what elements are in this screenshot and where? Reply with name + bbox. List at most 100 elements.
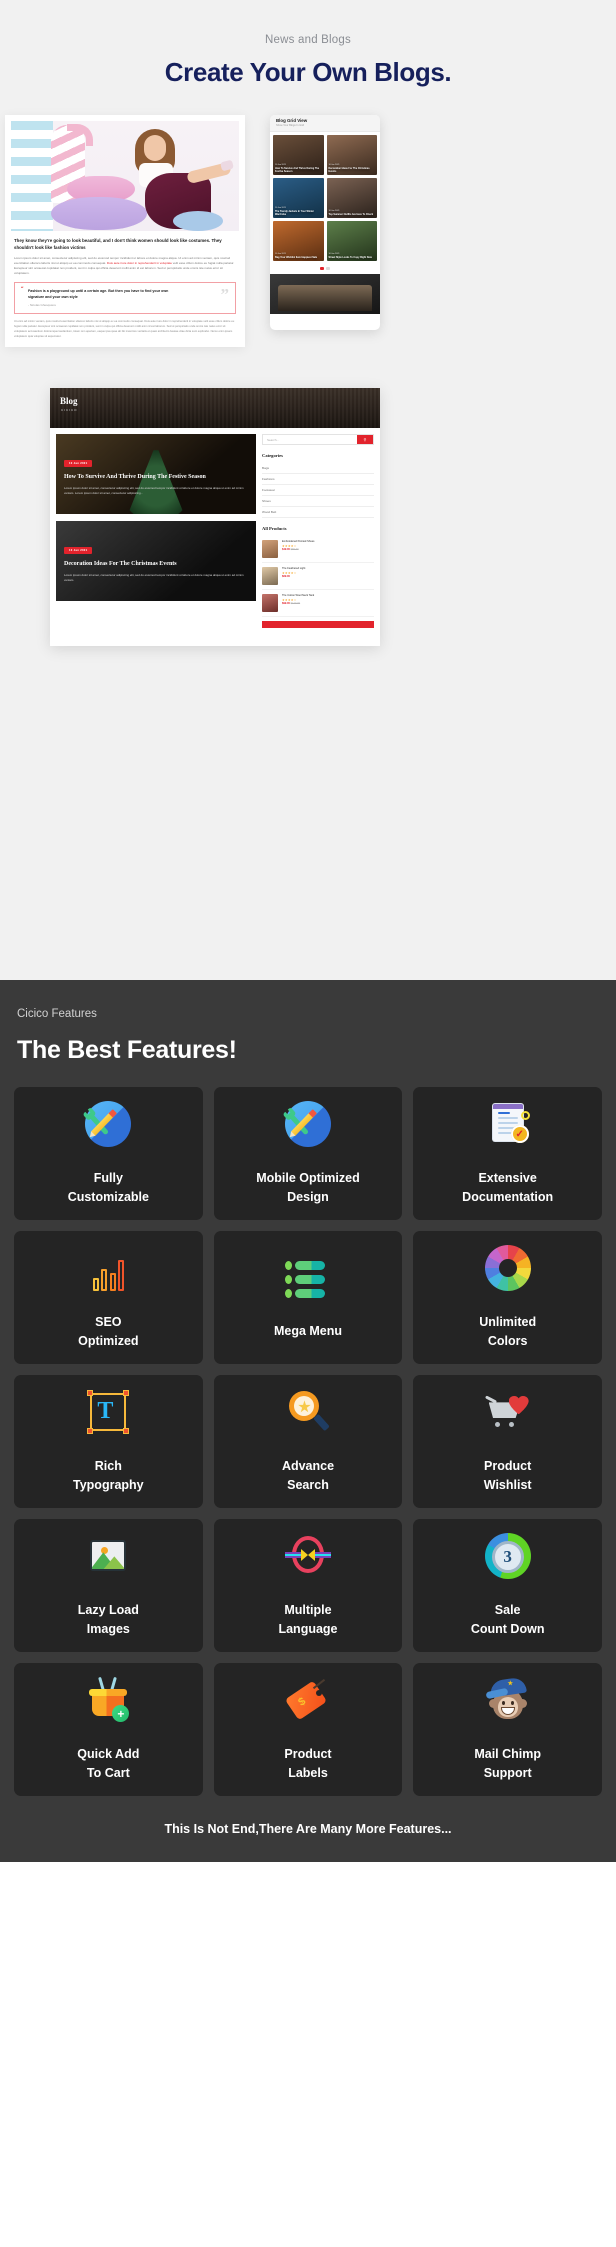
post-title[interactable]: Decoration Ideas For The Christmas Event… (64, 561, 246, 567)
article-preview-card[interactable]: They know they're going to look beautifu… (5, 115, 245, 347)
article-tail-paragraph: Ut enim ad minim veniam, quis nostrud ex… (14, 319, 235, 338)
category-item[interactable]: Footwear (262, 485, 374, 496)
post-excerpt: Lorem ipsum dolor sit amet, consectetur … (64, 573, 244, 582)
phone-cell-caption: 10 Jan 2021 Street Style Looks To Copy R… (329, 252, 376, 259)
phone-grid-cell[interactable]: 10 Jan 2021 Decoration Ideas For The Chr… (326, 135, 377, 175)
sidebar-product-item[interactable]: Embroidered Pointed Shoes ★★★★☆ $49.00 $… (262, 536, 374, 563)
product-price: $49.00 $59.00 (282, 548, 314, 551)
countdown-number: 3 (491, 1541, 524, 1574)
feature-card-unlimited-colors[interactable]: Unlimited Colors (413, 1231, 602, 1364)
phone-cell-title: Street Style Looks To Copy Right Now (328, 255, 372, 259)
plus-glyph: + (112, 1705, 130, 1723)
price-old: $59.00 (290, 547, 299, 551)
phone-cell-caption: 10 Jan 2021 The Trendy Jackets In Your W… (275, 206, 322, 216)
feature-card-fully-customizable[interactable]: Fully Customizable (14, 1087, 203, 1220)
model-cushion (173, 211, 223, 231)
phone-cell-date: 10 Jan 2021 (275, 253, 287, 256)
features-section: Cicico Features The Best Features! Fully… (0, 980, 616, 1862)
phone-grid-cell[interactable]: 10 Jan 2021 How To Survive And Thrive Du… (273, 135, 324, 175)
sidebar-promo-bar (262, 621, 374, 628)
quote-text: Fashion is a playground up until a certa… (28, 288, 169, 299)
fashion-model-figure (115, 127, 234, 231)
feature-label-line1: Multiple (284, 1603, 332, 1618)
phone-grid-cell[interactable]: 10 Jan 2021 Top Summer Outfits Are Here … (326, 178, 377, 218)
feature-label-line2: Language (278, 1621, 338, 1636)
feature-label: Fully Customizable (68, 1169, 149, 1205)
price-old: $129.00 (290, 601, 301, 605)
language-exchange-icon (284, 1533, 331, 1579)
phone-cell-date: 10 Jan 2021 (328, 163, 340, 166)
feature-label: SEO Optimized (78, 1313, 138, 1349)
phone-cell-title: Top Summer Outfits Are Here To Check (328, 212, 374, 216)
basket-plus-icon: + (85, 1677, 131, 1723)
feature-card-sale-count-down[interactable]: 3 Sale Count Down (413, 1519, 602, 1652)
feature-label-line1: Extensive (478, 1171, 537, 1186)
blog-brand: Blog (60, 396, 78, 406)
category-item[interactable]: Fashions (262, 474, 374, 485)
phone-blog-grid: 10 Jan 2021 How To Survive And Thrive Du… (270, 132, 380, 264)
feature-label-line2: Documentation (462, 1189, 554, 1204)
category-item[interactable]: Bags (262, 463, 374, 474)
feature-card-mail-chimp-support[interactable]: ★ Mail Chimp Support (413, 1663, 602, 1796)
phone-mockup[interactable]: Blog Grid View Show Your Blogs In Grid 1… (270, 115, 380, 330)
product-thumbnail (262, 567, 278, 585)
products-heading: All Products (262, 526, 287, 531)
price-current: $49.00 (282, 547, 290, 551)
pagination-dot-2[interactable] (326, 267, 330, 270)
category-item[interactable]: Wood Belt (262, 507, 374, 518)
feature-card-extensive-documentation[interactable]: ✓ Extensive Documentation (413, 1087, 602, 1220)
feature-card-product-labels[interactable]: $ Product Labels (213, 1663, 403, 1796)
search-icon[interactable]: ⚲ (357, 435, 373, 444)
sidebar-search[interactable]: Search... ⚲ (262, 434, 374, 445)
blog-post-card[interactable]: 10 Jan 2021 Decoration Ideas For The Chr… (56, 521, 256, 601)
feature-label-line2: Typography (73, 1477, 144, 1492)
category-item[interactable]: Shoes (262, 496, 374, 507)
phone-cell-caption: 10 Jan 2021 Top Summer Outfits Are Here … (329, 209, 376, 216)
phone-grid-cell[interactable]: 10 Jan 2021 Street Style Looks To Copy R… (326, 221, 377, 261)
feature-card-rich-typography[interactable]: T Rich Typography (14, 1375, 203, 1508)
feature-label-line2: Support (483, 1765, 532, 1780)
sidebar-product-item[interactable]: The Cotton Wool Neck Tank ★★★★☆ $99.00 $… (262, 590, 374, 617)
quote-open-icon: “ (21, 286, 24, 292)
menu-list-icon (284, 1254, 331, 1300)
feature-label-line2: Design (287, 1189, 329, 1204)
pagination-dot-1[interactable] (320, 267, 324, 270)
feature-card-advance-search[interactable]: Advance Search (213, 1375, 403, 1508)
typography-icon: T (85, 1389, 131, 1435)
feature-card-mega-menu[interactable]: Mega Menu (213, 1231, 403, 1364)
product-thumbnail (262, 594, 278, 612)
countdown-timer-icon: 3 (484, 1533, 531, 1580)
feature-label: Mobile Optimized Design (256, 1169, 359, 1205)
blog-mockups-row: They know they're going to look beautifu… (0, 115, 616, 355)
search-input[interactable]: Search... (263, 435, 357, 444)
feature-label: Product Labels (284, 1745, 331, 1781)
blog-page-mockup[interactable]: Blog CICICO 10 Jan 2021 How To Survive A… (50, 388, 380, 646)
price-current: $99.00 (282, 601, 290, 605)
feature-label: Unlimited Colors (479, 1313, 536, 1349)
features-grid: Fully Customizable Mobile Optimized Desi… (14, 1087, 602, 1796)
page-title: Create Your Own Blogs. (164, 57, 452, 87)
feature-label-line1: Product (284, 1747, 332, 1762)
blog-post-card[interactable]: 10 Jan 2021 How To Survive And Thrive Du… (56, 434, 256, 514)
feature-card-product-wishlist[interactable]: Product Wishlist (413, 1375, 602, 1508)
blog-section: News and Blogs Create Your Own Blogs. Th… (0, 0, 616, 980)
feature-label-line1: Sale (494, 1603, 521, 1618)
candy-cane-hook (67, 124, 93, 146)
feature-card-seo-optimized[interactable]: SEO Optimized (14, 1231, 203, 1364)
feature-label-line1: Mobile Optimized (256, 1171, 360, 1186)
post-title[interactable]: How To Survive And Thrive During The Fes… (64, 474, 246, 480)
feature-label-line1: Mega Menu (273, 1324, 343, 1339)
feature-label: Lazy Load Images (78, 1601, 139, 1637)
feature-label: Mega Menu (274, 1322, 342, 1340)
phone-grid-cell[interactable]: 10 Jan 2021 The Trendy Jackets In Your W… (273, 178, 324, 218)
sidebar-product-item[interactable]: The Feathered Light ★★★★☆ $69.00 (262, 563, 374, 590)
feature-label: Quick Add To Cart (77, 1745, 139, 1781)
feature-label-line1: Mail Chimp (474, 1747, 541, 1762)
feature-card-multiple-language[interactable]: Multiple Language (213, 1519, 403, 1652)
feature-card-mobile-optimized-design[interactable]: Mobile Optimized Design (213, 1087, 403, 1220)
feature-label-line2: Customizable (67, 1189, 149, 1204)
feature-card-lazy-load-images[interactable]: Lazy Load Images (14, 1519, 203, 1652)
phone-grid-cell[interactable]: 10 Jan 2021 Bag Your Wishlist Item Happi… (273, 221, 324, 261)
phone-pagination[interactable] (270, 264, 380, 274)
feature-card-quick-add-to-cart[interactable]: + Quick Add To Cart (14, 1663, 203, 1796)
